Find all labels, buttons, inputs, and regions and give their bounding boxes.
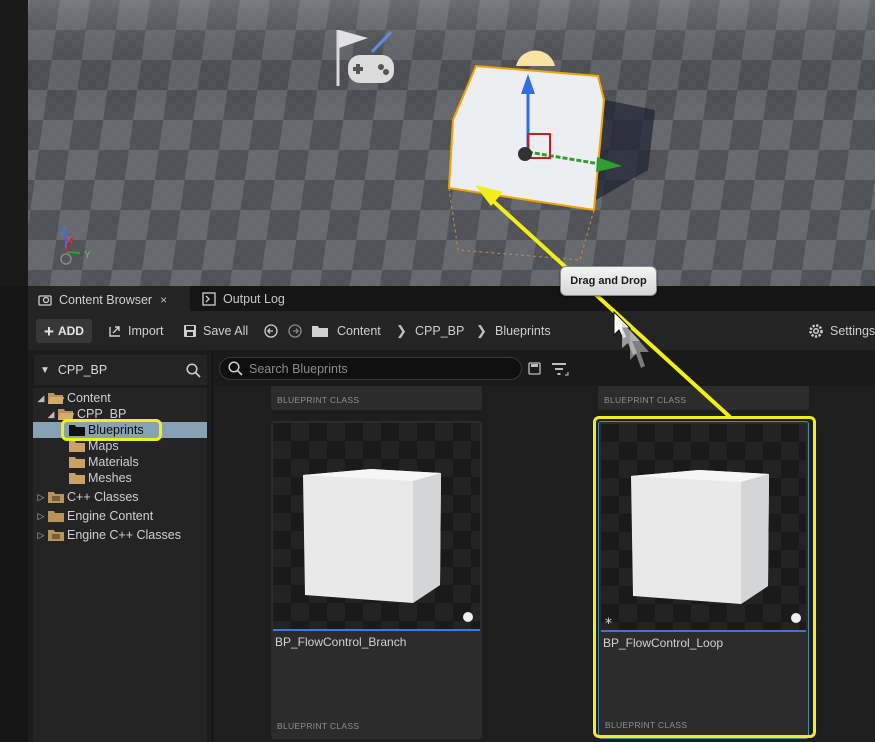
folder-icon <box>69 473 85 484</box>
settings-button[interactable]: Settings <box>808 311 875 350</box>
asset-tile-partial[interactable]: BLUEPRINT CLASS <box>598 386 809 410</box>
tree-item-content[interactable]: ◢ Content <box>33 390 207 406</box>
filter-icon[interactable] <box>551 361 569 377</box>
folder-icon <box>69 441 85 452</box>
tab-output-log-label: Output Log <box>223 291 285 306</box>
save-search-icon[interactable] <box>528 362 542 376</box>
tab-output-log[interactable]: Output Log <box>198 286 285 311</box>
search-bar[interactable] <box>219 357 522 380</box>
back-icon <box>264 323 278 338</box>
panel-tab-bar: Content Browser × Output Log <box>0 286 875 311</box>
output-log-icon <box>202 291 216 306</box>
folder-open-icon <box>48 393 64 404</box>
forward-icon <box>288 323 302 338</box>
tree-item-label: Blueprints <box>88 423 144 437</box>
tree-item-label: CPP_BP <box>77 407 127 421</box>
settings-button-label: Settings <box>830 323 875 338</box>
folder-icon <box>69 457 85 468</box>
asset-view: BLUEPRINT CLASS BLUEPRINT CLASS BP_FlowC… <box>213 350 875 742</box>
asset-grid: BLUEPRINT CLASS BLUEPRINT CLASS BP_FlowC… <box>213 386 875 742</box>
chevron-down-icon[interactable]: ◢ <box>46 409 56 420</box>
asset-tile-bp-flowcontrol-loop[interactable]: * BP_FlowControl_Loop BLUEPRINT CLASS <box>598 421 809 739</box>
search-icon[interactable] <box>186 363 201 378</box>
cpp-folder-icon <box>48 492 64 503</box>
asset-tile-partial[interactable]: BLUEPRINT CLASS <box>271 386 482 410</box>
sources-header-label: CPP_BP <box>57 363 108 377</box>
viewport-left-strip <box>0 0 28 286</box>
import-icon <box>109 325 120 337</box>
axis-y-label: Y <box>84 250 91 261</box>
axis-x-label: X <box>66 235 73 246</box>
tree-item-materials[interactable]: Materials <box>33 454 207 470</box>
plus-icon: + <box>44 321 54 341</box>
asset-name: BP_FlowControl_Branch <box>275 635 407 649</box>
chevron-right-icon[interactable]: ▷ <box>36 530 46 541</box>
folder-tree: ◢ Content ◢ CPP_BP Blueprints Maps Mater… <box>33 388 207 742</box>
tree-item-label: C++ Classes <box>67 490 139 504</box>
breadcrumb-separator-icon[interactable]: ❯ <box>396 311 407 350</box>
asset-class-label: BLUEPRINT CLASS <box>277 721 360 731</box>
tree-item-cpp-bp[interactable]: ◢ CPP_BP <box>33 406 207 422</box>
import-button-label: Import <box>128 323 164 338</box>
folder-open-icon <box>58 409 74 420</box>
tree-item-label: Meshes <box>88 471 132 485</box>
unsaved-asterisk-icon: * <box>605 616 612 630</box>
search-input[interactable] <box>249 361 509 376</box>
asset-class-label: BLUEPRINT CLASS <box>604 395 687 405</box>
search-icon <box>228 361 243 376</box>
asset-tile-bp-flowcontrol-branch[interactable]: BP_FlowControl_Branch BLUEPRINT CLASS <box>271 421 482 739</box>
content-browser-toolbar: + ADD Import Save All Content ❯ CPP_BP ❯… <box>28 311 875 350</box>
tree-item-label: Engine Content <box>67 509 154 523</box>
forward-button[interactable] <box>288 311 308 350</box>
folder-icon <box>48 511 64 522</box>
back-button[interactable] <box>264 311 284 350</box>
tree-item-label: Engine C++ Classes <box>67 528 181 542</box>
save-all-button[interactable]: Save All <box>183 311 248 350</box>
tree-item-engine-cpp-classes[interactable]: ▷ Engine C++ Classes <box>33 527 207 543</box>
add-button-label: ADD <box>57 324 84 338</box>
tree-item-blueprints[interactable]: Blueprints <box>33 422 207 438</box>
asset-class-label: BLUEPRINT CLASS <box>277 395 360 405</box>
content-browser-icon <box>38 293 52 307</box>
gear-icon <box>809 323 823 338</box>
viewport-scene[interactable]: Z X Y <box>0 0 875 286</box>
cube-thumbnail-icon: * <box>605 470 801 632</box>
sources-header[interactable]: ▼ CPP_BP <box>34 355 207 385</box>
tree-item-label: Maps <box>88 439 119 453</box>
level-viewport[interactable]: Z X Y <box>0 0 875 286</box>
add-button[interactable]: + ADD <box>36 319 92 343</box>
sources-panel: ▼ CPP_BP ◢ Content ◢ CPP_BP Blueprints M… <box>28 350 213 742</box>
asset-type-color-bar <box>273 629 480 631</box>
breadcrumb-blueprints[interactable]: Blueprints <box>495 311 551 350</box>
import-button[interactable]: Import <box>108 311 163 350</box>
asset-name: BP_FlowControl_Loop <box>603 636 724 650</box>
asset-type-color-bar <box>601 630 806 632</box>
chevron-right-icon[interactable]: ▷ <box>36 492 46 503</box>
folder-icon <box>312 311 334 350</box>
tree-item-label: Content <box>67 391 111 405</box>
tree-item-maps[interactable]: Maps <box>33 438 207 454</box>
cube-thumbnail-icon <box>303 469 473 622</box>
tree-item-meshes[interactable]: Meshes <box>33 470 207 486</box>
breadcrumb-cpp-bp[interactable]: CPP_BP <box>415 311 464 350</box>
chevron-right-icon[interactable]: ▷ <box>36 511 46 522</box>
tree-item-label: Materials <box>88 455 139 469</box>
close-icon[interactable]: × <box>160 293 167 307</box>
tab-content-browser-label: Content Browser <box>59 292 153 307</box>
tab-content-browser[interactable]: Content Browser × <box>28 286 190 311</box>
chevron-down-icon[interactable]: ◢ <box>36 393 46 404</box>
cpp-folder-icon <box>48 530 64 541</box>
breadcrumb-separator-icon[interactable]: ❯ <box>476 311 487 350</box>
tree-item-engine-content[interactable]: ▷ Engine Content <box>33 508 207 524</box>
asset-thumbnail: * <box>601 424 806 632</box>
tree-item-cpp-classes[interactable]: ▷ C++ Classes <box>33 489 207 505</box>
chevron-down-icon[interactable]: ▼ <box>40 365 50 376</box>
save-icon <box>184 324 196 337</box>
asset-thumbnail <box>273 423 480 629</box>
folder-icon <box>69 425 85 436</box>
save-all-button-label: Save All <box>203 323 249 338</box>
breadcrumb-content[interactable]: Content <box>337 311 381 350</box>
asset-class-label: BLUEPRINT CLASS <box>605 720 688 730</box>
